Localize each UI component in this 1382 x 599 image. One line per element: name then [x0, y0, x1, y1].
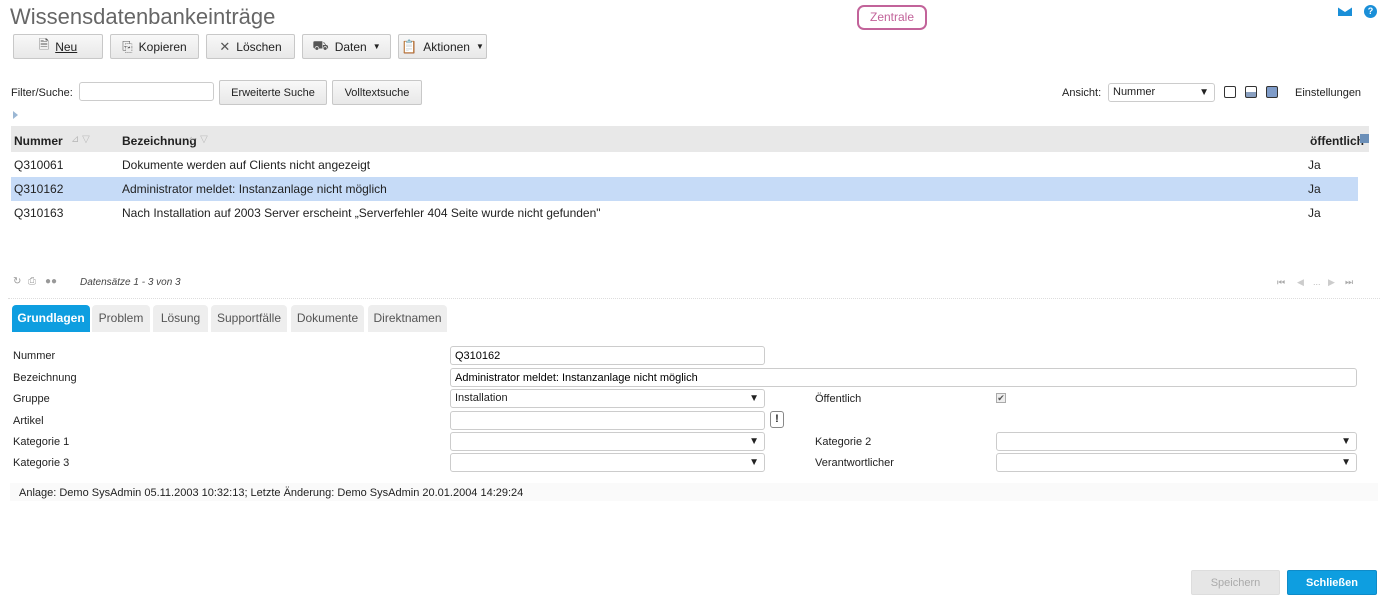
export-icon[interactable]: ●● [45, 276, 57, 287]
expand-arrow-icon[interactable] [13, 111, 18, 119]
document-icon: 🗎 [38, 36, 50, 52]
oeffentlich-checkbox[interactable]: ✔ [996, 393, 1006, 403]
fulltext-search-button[interactable]: Volltextsuche [332, 80, 422, 105]
save-button[interactable]: Speichern [1191, 570, 1280, 595]
kategorie2-select[interactable]: ▼ [996, 432, 1357, 451]
nummer-label: Nummer [13, 350, 56, 362]
layout-split-icon[interactable] [1245, 86, 1257, 98]
artikel-lookup-button[interactable]: ! [770, 411, 784, 428]
bezeichnung-label: Bezeichnung [13, 372, 77, 384]
caret-down-icon: ▼ [749, 393, 759, 404]
first-page-icon[interactable]: ⏮ [1277, 277, 1285, 288]
column-bezeichnung[interactable]: Bezeichnung [122, 134, 197, 148]
column-oeffentlich[interactable]: öffentlich [1310, 134, 1364, 148]
kategorie3-label: Kategorie 3 [13, 457, 70, 469]
clipboard-icon: 📋 [401, 38, 418, 54]
page-title: Wissensdatenbankeinträge [10, 4, 276, 29]
data-menu-button[interactable]: ⛟ Daten ▼ [302, 34, 391, 59]
gruppe-label: Gruppe [13, 393, 50, 405]
database-icon: ⛟ [312, 37, 329, 53]
caret-down-icon: ▼ [1199, 87, 1209, 98]
next-page-icon[interactable]: ▶ [1328, 277, 1335, 288]
gruppe-select[interactable]: Installation ▼ [450, 389, 765, 408]
kategorie1-label: Kategorie 1 [13, 436, 70, 448]
caret-down-icon: ▼ [749, 436, 759, 447]
prev-page-icon[interactable]: ◀ [1297, 277, 1304, 288]
column-nummer[interactable]: Nummer [14, 134, 63, 148]
sort-filter-icon[interactable]: ⇠ ▽ [189, 134, 208, 145]
kategorie1-select[interactable]: ▼ [450, 432, 765, 451]
tab-direktnamen[interactable]: Direktnamen [368, 305, 447, 332]
layout-single-icon[interactable] [1224, 86, 1236, 98]
caret-down-icon: ▼ [749, 457, 759, 468]
view-select[interactable]: Nummer ▼ [1108, 83, 1215, 102]
tab-dokumente[interactable]: Dokumente [291, 305, 364, 332]
verantwortlicher-select[interactable]: ▼ [996, 453, 1357, 472]
last-page-icon[interactable]: ⏭ [1345, 277, 1353, 288]
column-chooser-icon[interactable] [1360, 134, 1369, 143]
copy-button[interactable]: ⎘ Kopieren [110, 34, 199, 59]
settings-link[interactable]: Einstellungen [1295, 87, 1361, 99]
nummer-field[interactable] [450, 346, 765, 365]
tab-supportfaelle[interactable]: Supportfälle [211, 305, 287, 332]
location-badge[interactable]: Zentrale [857, 5, 927, 30]
artikel-field[interactable] [450, 411, 765, 430]
advanced-search-button[interactable]: Erweiterte Suche [219, 80, 327, 105]
table-row[interactable]: Q310061 Dokumente werden auf Clients nich… [11, 153, 1358, 177]
kategorie3-select[interactable]: ▼ [450, 453, 765, 472]
divider [8, 298, 1380, 299]
record-count: Datensätze 1 - 3 von 3 [80, 277, 181, 288]
bezeichnung-field[interactable] [450, 368, 1357, 387]
tab-grundlagen[interactable]: Grundlagen [12, 305, 90, 332]
print-icon[interactable]: ⎙ [28, 276, 36, 287]
tab-problem[interactable]: Problem [92, 305, 150, 332]
verantwortlicher-label: Verantwortlicher [815, 457, 894, 469]
page-ellipsis: ... [1313, 277, 1321, 287]
caret-down-icon: ▼ [372, 42, 381, 51]
artikel-label: Artikel [13, 415, 44, 427]
filter-input[interactable] [79, 82, 214, 101]
table-header: Nummer ⊿ ▽ Bezeichnung ⇠ ▽ öffentlich [11, 126, 1369, 152]
oeffentlich-label: Öffentlich [815, 393, 862, 405]
mail-icon[interactable] [1338, 6, 1352, 16]
caret-down-icon: ▼ [1341, 436, 1351, 447]
layout-full-icon[interactable] [1266, 86, 1278, 98]
close-button[interactable]: Schließen [1287, 570, 1377, 595]
filter-label: Filter/Suche: [11, 87, 73, 99]
tab-loesung[interactable]: Lösung [153, 305, 208, 332]
table-row[interactable]: Q310163 Nach Installation auf 2003 Server… [11, 201, 1358, 225]
sort-filter-icon[interactable]: ⊿ ▽ [71, 134, 90, 145]
caret-down-icon: ▼ [475, 42, 484, 51]
delete-button[interactable]: ✕ Löschen [206, 34, 295, 59]
view-label: Ansicht: [1062, 87, 1102, 99]
kategorie2-label: Kategorie 2 [815, 436, 872, 448]
caret-down-icon: ▼ [1341, 457, 1351, 468]
help-icon[interactable]: ? [1364, 5, 1377, 18]
table-row-selected[interactable]: Q310162 Administrator meldet: Instanzanla… [11, 177, 1358, 201]
actions-menu-button[interactable]: 📋 Aktionen ▼ [398, 34, 487, 59]
audit-info: Anlage: Demo SysAdmin 05.11.2003 10:32:1… [10, 483, 1378, 501]
copy-icon: ⎘ [122, 38, 133, 54]
refresh-icon[interactable]: ↻ [13, 276, 21, 287]
new-button[interactable]: 🗎 Neu [13, 34, 103, 59]
close-icon: ✕ [219, 38, 231, 54]
